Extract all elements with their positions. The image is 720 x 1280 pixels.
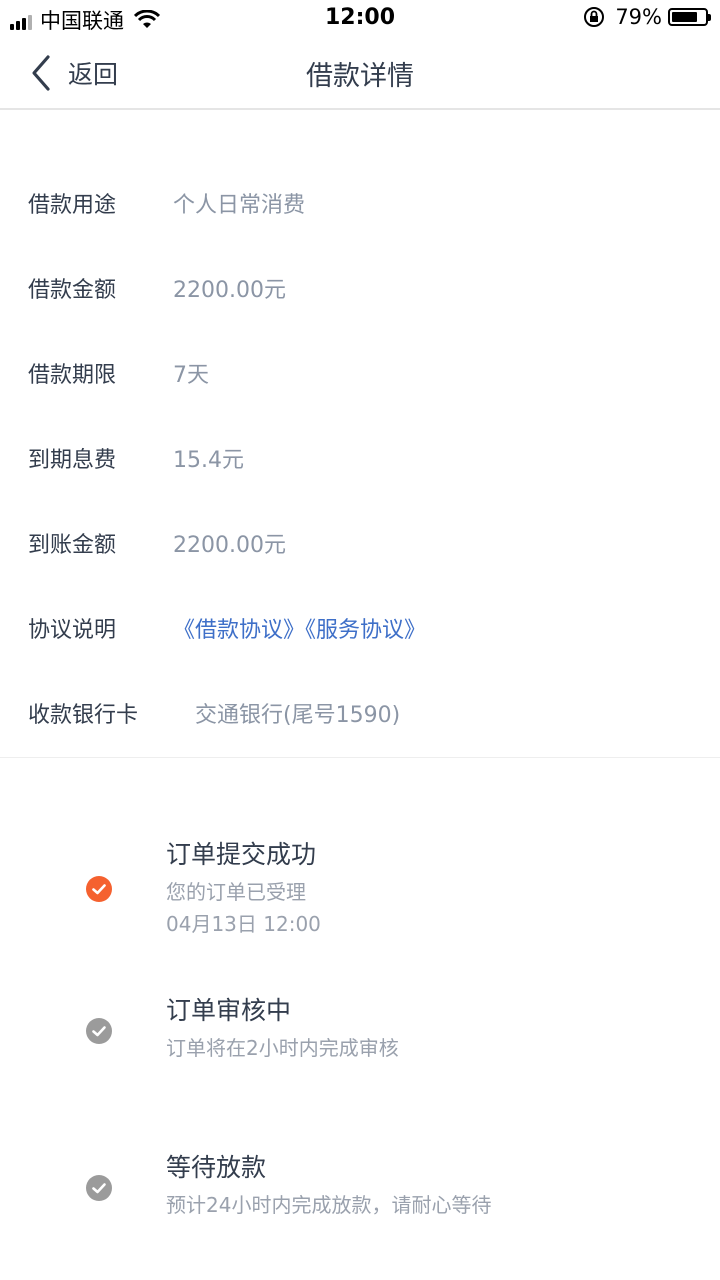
detail-row-purpose: 借款用途 个人日常消费 xyxy=(0,160,720,245)
purpose-value: 个人日常消费 xyxy=(173,192,306,218)
interest-value: 15.4元 xyxy=(173,447,244,473)
step-description: 订单将在2小时内完成审核 xyxy=(166,1036,399,1060)
interest-label: 到期息费 xyxy=(28,447,117,473)
step-title: 订单审核中 xyxy=(166,996,292,1025)
bank-card-value: 交通银行(尾号1590) xyxy=(195,702,401,728)
check-circle-icon xyxy=(86,1018,112,1044)
step-description: 预计24小时内完成放款，请耐心等待 xyxy=(166,1193,492,1217)
detail-row-interest: 到期息费 15.4元 xyxy=(0,415,720,500)
term-label: 借款期限 xyxy=(28,362,117,388)
bank-card-label: 收款银行卡 xyxy=(28,702,139,728)
received-value: 2200.00元 xyxy=(173,532,286,558)
step-status-dot xyxy=(86,876,112,902)
agreement-label: 协议说明 xyxy=(28,617,117,643)
detail-row-bank-card: 收款银行卡 交通银行(尾号1590) xyxy=(0,670,720,755)
step-title: 订单提交成功 xyxy=(166,840,317,869)
section-divider xyxy=(0,757,720,758)
page-title: 借款详情 xyxy=(306,61,414,92)
detail-row-received: 到账金额 2200.00元 xyxy=(0,500,720,585)
agreement-links: 《借款协议》《服务协议》 xyxy=(173,612,426,644)
detail-row-term: 借款期限 7天 xyxy=(0,330,720,415)
service-agreement-link[interactable]: 《服务协议》 xyxy=(305,618,426,643)
amount-value: 2200.00元 xyxy=(173,277,286,303)
term-value: 7天 xyxy=(173,362,209,388)
check-circle-icon xyxy=(86,876,112,902)
step-status-dot xyxy=(86,1175,112,1201)
detail-row-amount: 借款金额 2200.00元 xyxy=(0,245,720,330)
received-label: 到账金额 xyxy=(28,532,117,558)
step-description: 您的订单已受理 xyxy=(166,880,306,904)
detail-row-agreement: 协议说明 《借款协议》《服务协议》 xyxy=(0,585,720,670)
battery-level xyxy=(672,12,697,22)
loan-agreement-link[interactable]: 《借款协议》 xyxy=(173,618,305,643)
check-circle-icon xyxy=(86,1175,112,1201)
battery-percent: 79% xyxy=(615,5,662,29)
step-title: 等待放款 xyxy=(166,1153,267,1182)
step-status-dot xyxy=(86,1018,112,1044)
loan-details: 借款用途 个人日常消费 借款金额 2200.00元 借款期限 7天 到期息费 1… xyxy=(0,160,720,755)
orientation-lock-icon xyxy=(584,7,605,27)
status-bar: 中国联通 12:00 79% xyxy=(0,0,720,36)
amount-label: 借款金额 xyxy=(28,277,117,303)
navigation-bar: 返回 借款详情 xyxy=(0,36,720,110)
step-time: 04月13日 12:00 xyxy=(166,912,321,936)
purpose-label: 借款用途 xyxy=(28,192,117,218)
battery-icon xyxy=(668,8,711,26)
